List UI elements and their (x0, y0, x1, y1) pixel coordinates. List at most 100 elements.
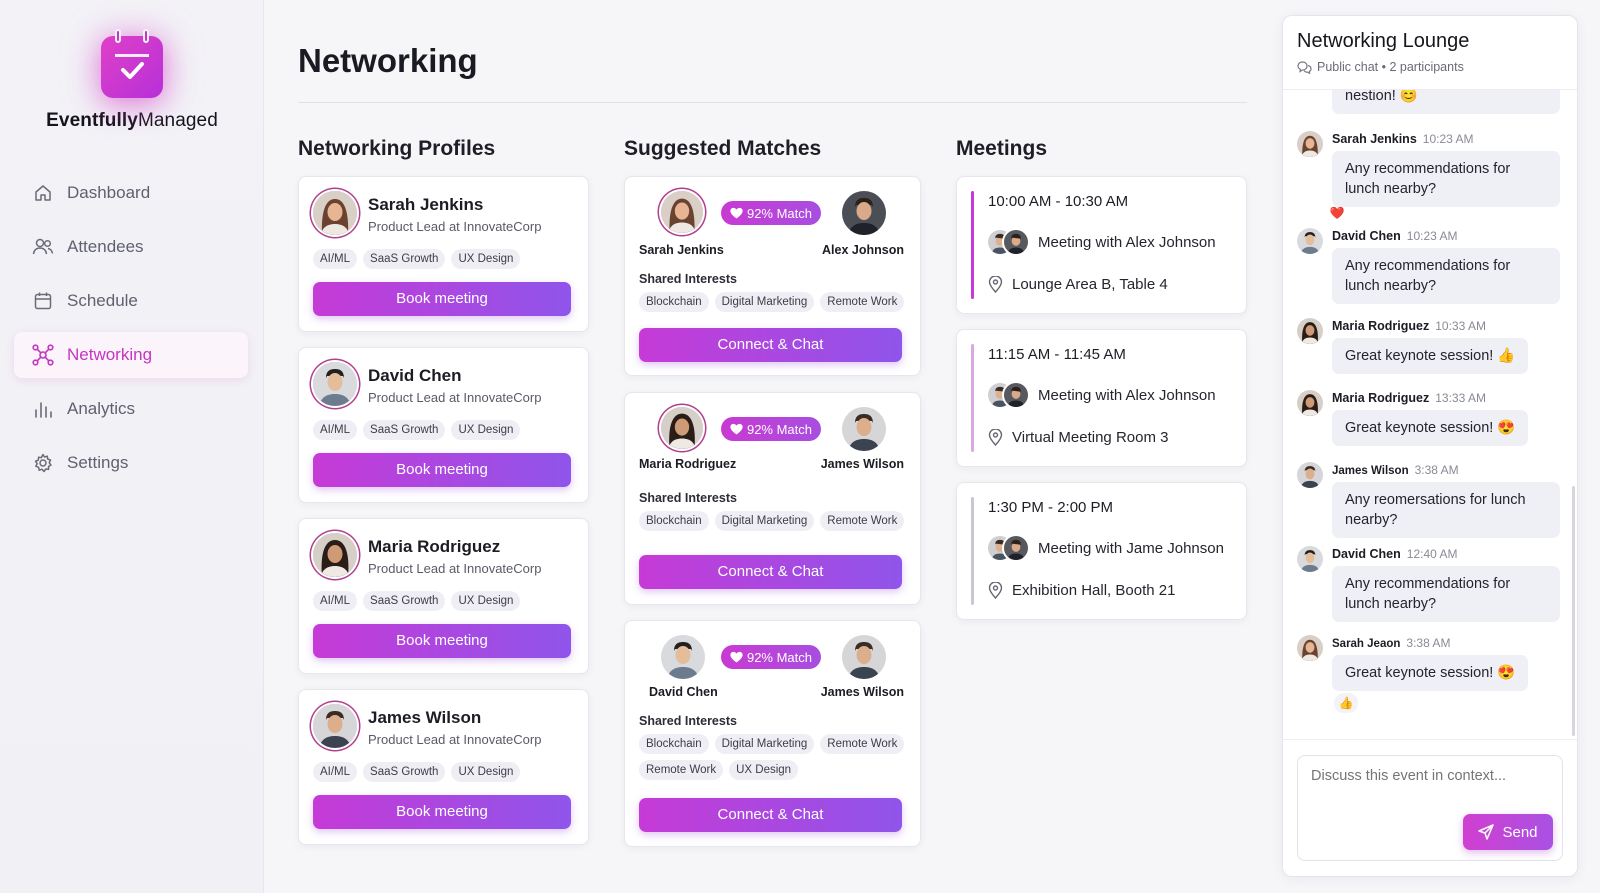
matches-heading: Suggested Matches (624, 137, 822, 160)
reaction-heart[interactable]: ❤️ (1325, 203, 1349, 223)
nav-item-settings[interactable]: Settings (14, 440, 248, 486)
meeting-card[interactable]: 1:30 PM - 2:00 PM Meeting with Jame John… (956, 482, 1247, 620)
message-bubble: nestion! 😊 (1332, 90, 1560, 114)
meeting-location: Virtual Meeting Room 3 (988, 429, 1168, 446)
avatar (313, 191, 357, 235)
match-score-badge: 92% Match (721, 645, 821, 669)
nav-label: Networking (67, 345, 153, 364)
avatar (1004, 230, 1028, 254)
tag: SaaS Growth (363, 591, 446, 611)
book-meeting-button[interactable]: Book meeting (313, 624, 571, 658)
shared-interests-label: Shared Interests (639, 714, 737, 728)
message-list[interactable]: nestion! 😊 Sarah Jenkins 10:23 AM Any rec… (1283, 90, 1577, 754)
avatar (1297, 635, 1323, 661)
nav-item-attendees[interactable]: Attendees (14, 224, 248, 270)
meeting-with-text: Meeting with Alex Johnson (1038, 233, 1216, 251)
attendee-avatars (988, 536, 1028, 560)
gear-icon (32, 452, 54, 474)
tag: AI/ML (313, 591, 358, 611)
tag: SaaS Growth (363, 420, 446, 440)
divider (298, 102, 1247, 103)
profile-card: Maria Rodriguez Product Lead at Innovate… (298, 518, 589, 674)
meeting-card[interactable]: 11:15 AM - 11:45 AM Meeting with Alex Jo… (956, 329, 1247, 467)
tag: Blockchain (639, 511, 709, 531)
chat-composer: Send (1283, 739, 1577, 876)
meeting-with: Meeting with Alex Johnson (988, 383, 1216, 407)
nav-label: Attendees (67, 237, 144, 256)
match-card: 92% Match David Chen James Wilson Shared… (624, 620, 921, 847)
avatar (313, 704, 357, 748)
reaction-thumbs-up[interactable]: 👍 (1334, 693, 1358, 713)
avatar (313, 362, 357, 406)
meetings-heading: Meetings (956, 137, 1048, 160)
connect-chat-button[interactable]: Connect & Chat (639, 798, 902, 832)
tag: UX Design (451, 762, 521, 782)
message-header: David Chen 10:23 AM (1332, 229, 1457, 243)
send-button[interactable]: Send (1463, 814, 1553, 850)
app-logo[interactable]: EventfullyManaged (0, 29, 264, 132)
book-meeting-button[interactable]: Book meeting (313, 453, 571, 487)
message-time: 12:40 AM (1406, 547, 1458, 561)
chat-header: Networking Lounge Public chat • 2 partic… (1283, 16, 1577, 90)
nav-item-dashboard[interactable]: Dashboard (14, 170, 248, 216)
message-bubble: Great keynote session! 😍 (1332, 410, 1529, 446)
nav-label: Schedule (67, 291, 138, 310)
message-time: 10:33 AM (1435, 319, 1486, 333)
nav-item-networking[interactable]: Networking (14, 332, 248, 378)
message-bubble: Great keynote session! 👍 (1332, 338, 1529, 374)
nav-label: Dashboard (67, 183, 151, 202)
calendar-check-icon (101, 29, 163, 98)
tag-list: AI/ML SaaS Growth UX Design (313, 249, 521, 269)
send-icon (1478, 824, 1495, 840)
message-author: James Wilson (1332, 465, 1409, 477)
tag: UX Design (729, 760, 799, 780)
shared-interests-label: Shared Interests (639, 491, 737, 505)
profile-name: David Chen (368, 366, 462, 385)
nav-item-analytics[interactable]: Analytics (14, 386, 248, 432)
tag: Remote Work (820, 511, 905, 531)
attendee-avatars (988, 230, 1028, 254)
tag: Digital Marketing (714, 511, 815, 531)
avatar (661, 191, 703, 233)
tag: AI/ML (313, 762, 358, 782)
avatar (1004, 383, 1028, 407)
connect-chat-button[interactable]: Connect & Chat (639, 328, 902, 362)
tag: Remote Work (639, 760, 724, 780)
meeting-time: 11:15 AM - 11:45 AM (988, 346, 1126, 363)
tag: AI/ML (313, 420, 358, 440)
avatar (661, 407, 703, 449)
tag: UX Design (451, 249, 521, 269)
profiles-heading: Networking Profiles (298, 137, 496, 160)
match-card: 92% Match Maria Rodriguez James Wilson S… (624, 392, 921, 605)
attendee-avatars (988, 383, 1028, 407)
message-bubble: Any reomersations for lunch nearby? (1332, 482, 1560, 538)
connect-chat-button[interactable]: Connect & Chat (639, 555, 902, 589)
shared-interests-label: Shared Interests (639, 272, 737, 286)
match-score-badge: 92% Match (721, 417, 821, 441)
nav-item-schedule[interactable]: Schedule (14, 278, 248, 324)
message-header: James Wilson 3:38 AM (1332, 463, 1459, 477)
message-bubble: Great keynote session! 😍 (1332, 655, 1529, 691)
tag: SaaS Growth (363, 762, 446, 782)
profile-role: Product Lead at InnovateCorp (368, 732, 542, 747)
network-icon (32, 344, 54, 366)
profile-name: Maria Rodriguez (368, 537, 501, 556)
tag-list: Blockchain Digital Marketing Remote Work… (639, 734, 909, 780)
tag: Digital Marketing (714, 292, 815, 312)
tag: Blockchain (639, 734, 709, 754)
message-header: Sarah Jeaon 3:38 AM (1332, 636, 1450, 650)
book-meeting-button[interactable]: Book meeting (313, 795, 571, 829)
match-score-badge: 92% Match (721, 201, 821, 225)
tag-list: AI/ML SaaS Growth UX Design (313, 591, 521, 611)
avatar (842, 191, 886, 235)
tag: Remote Work (820, 292, 905, 312)
avatar (1004, 536, 1028, 560)
meeting-time: 10:00 AM - 10:30 AM (988, 193, 1129, 210)
tag: Blockchain (639, 292, 709, 312)
book-meeting-button[interactable]: Book meeting (313, 282, 571, 316)
match-left-name: Maria Rodriguez (639, 457, 737, 471)
chat-scrollbar[interactable] (1572, 486, 1575, 736)
meeting-card[interactable]: 10:00 AM - 10:30 AM Meeting with Alex Jo… (956, 176, 1247, 314)
message-bubble: Any recommendations for lunch nearby? (1332, 151, 1560, 207)
app-name: EventfullyManaged (46, 110, 218, 131)
